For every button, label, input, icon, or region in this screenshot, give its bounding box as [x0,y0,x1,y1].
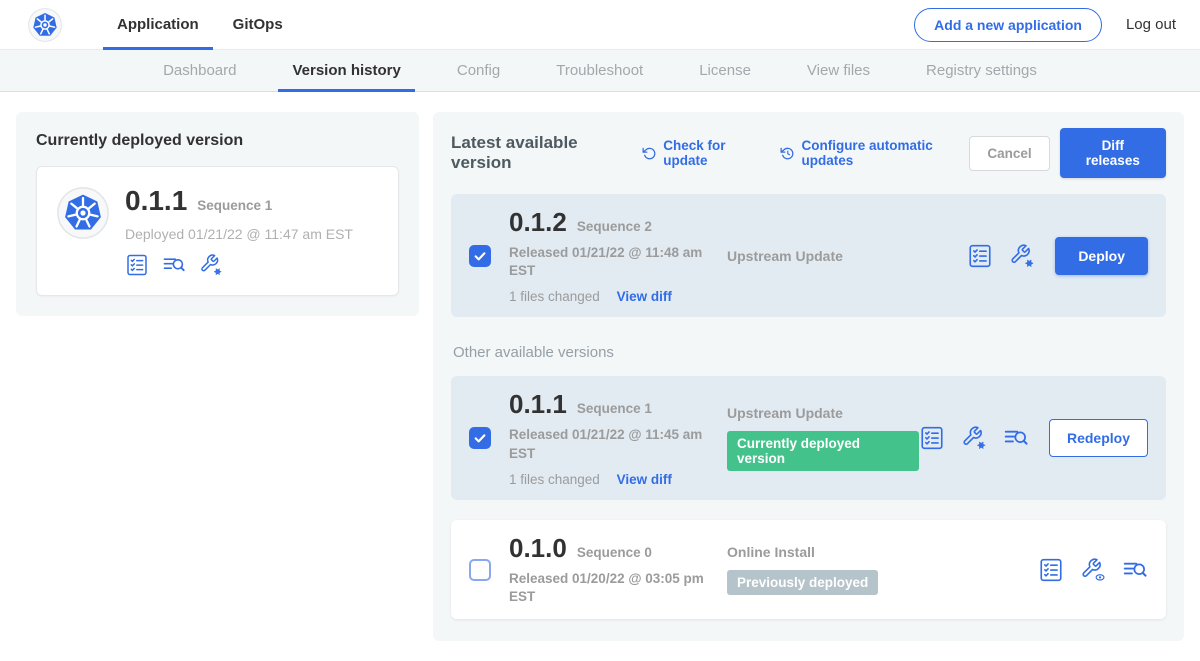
currently-deployed-badge: Currently deployed version [727,431,919,471]
subnav-item-dashboard[interactable]: Dashboard [135,50,264,91]
view-logs-icon[interactable] [162,253,186,277]
edit-config-icon[interactable] [199,253,223,277]
sequence-label: Sequence 0 [577,545,652,560]
version-checkbox[interactable] [469,245,491,267]
version-source-label: Upstream Update [727,405,919,421]
redeploy-button[interactable]: Redeploy [1049,419,1148,457]
tab-application[interactable]: Application [100,0,216,50]
files-changed-label: 1 files changed [509,289,600,304]
view-diff-link[interactable]: View diff [617,289,672,304]
configure-automatic-updates-link[interactable]: Configure automatic updates [780,138,969,168]
edit-config-icon[interactable] [961,425,987,451]
edit-config-icon[interactable] [1009,243,1035,269]
subnav-item-config[interactable]: Config [429,50,528,91]
currently-deployed-card: Currently deployed version 0.1.1 Sequenc… [16,112,419,316]
diff-releases-button[interactable]: Diff releases [1060,128,1166,178]
version-checkbox[interactable] [469,427,491,449]
auto-update-clock-icon [780,145,795,162]
top-nav: Application GitOps Add a new application… [0,0,1200,50]
checkmark-icon [472,430,488,446]
version-row-0-1-2: 0.1.2 Sequence 2 Released 01/21/22 @ 11:… [451,194,1166,317]
version-number: 0.1.2 [509,207,567,238]
version-number: 0.1.1 [509,389,567,420]
check-for-update-link[interactable]: Check for update [642,138,762,168]
version-source-label: Upstream Update [727,248,967,264]
versions-panel: Latest available version Check for updat… [433,112,1184,641]
configure-automatic-updates-label: Configure automatic updates [801,138,969,168]
subnav-item-view-files[interactable]: View files [779,50,898,91]
version-row-0-1-0: 0.1.0 Sequence 0 Released 01/20/22 @ 03:… [451,520,1166,619]
cancel-button[interactable]: Cancel [969,136,1049,171]
currently-deployed-title: Currently deployed version [36,132,399,150]
add-application-button[interactable]: Add a new application [914,8,1102,42]
app-logo-icon [57,187,109,239]
tab-application-label: Application [117,16,199,33]
view-config-icon[interactable] [1080,557,1106,583]
deployed-version-number: 0.1.1 [125,185,187,217]
check-for-update-label: Check for update [663,138,762,168]
refresh-icon [642,145,657,162]
preflight-checks-icon[interactable] [1038,557,1064,583]
subnav-item-version-history[interactable]: Version history [264,50,428,91]
tab-gitops-label: GitOps [233,16,283,33]
version-row-0-1-1: 0.1.1 Sequence 1 Released 01/21/22 @ 11:… [451,376,1166,499]
tab-gitops[interactable]: GitOps [216,0,300,50]
subnav-item-registry-settings[interactable]: Registry settings [898,50,1065,91]
view-logs-icon[interactable] [1122,557,1148,583]
sequence-label: Sequence 1 [577,401,652,416]
version-number: 0.1.0 [509,533,567,564]
view-diff-link[interactable]: View diff [617,472,672,487]
released-timestamp: Released 01/21/22 @ 11:45 am EST [509,426,709,462]
version-checkbox[interactable] [469,559,491,581]
checkmark-icon [472,248,488,264]
deployed-sequence-label: Sequence 1 [197,198,272,213]
other-available-versions-title: Other available versions [453,344,1166,361]
subnav-item-troubleshoot[interactable]: Troubleshoot [528,50,671,91]
logout-link[interactable]: Log out [1126,16,1176,33]
sequence-label: Sequence 2 [577,219,652,234]
kubernetes-logo-icon [28,8,62,42]
preflight-checks-icon[interactable] [919,425,945,451]
deployed-timestamp: Deployed 01/21/22 @ 11:47 am EST [125,226,353,242]
currently-deployed-version-card: 0.1.1 Sequence 1 Deployed 01/21/22 @ 11:… [36,166,399,296]
released-timestamp: Released 01/21/22 @ 11:48 am EST [509,244,709,280]
subnav-item-license[interactable]: License [671,50,779,91]
latest-available-title: Latest available version [451,133,624,173]
preflight-checks-icon[interactable] [967,243,993,269]
preflight-checks-icon[interactable] [125,253,149,277]
app-sub-nav: Dashboard Version history Config Trouble… [0,50,1200,92]
version-source-label: Online Install [727,544,1038,560]
deploy-button[interactable]: Deploy [1055,237,1148,275]
released-timestamp: Released 01/20/22 @ 03:05 pm EST [509,570,709,606]
previously-deployed-badge: Previously deployed [727,570,878,595]
files-changed-label: 1 files changed [509,472,600,487]
view-logs-icon[interactable] [1003,425,1029,451]
